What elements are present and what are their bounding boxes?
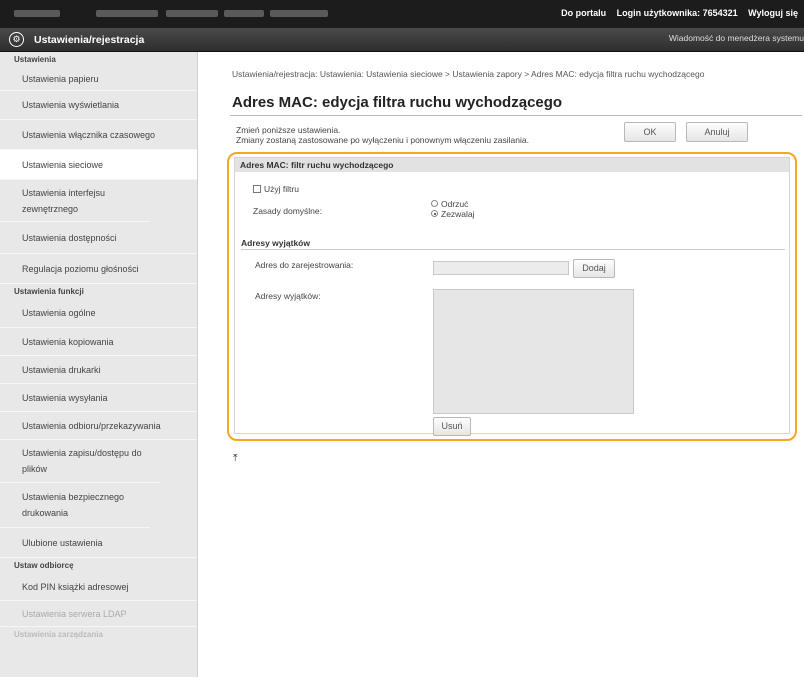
breadcrumb: Ustawienia/rejestracja: Ustawienia: Usta… [232, 69, 705, 79]
top-bar: Do portalu Login użytkownika: 7654321 Wy… [0, 0, 804, 28]
redacted-text [224, 10, 264, 17]
panel-title: Adres MAC: filtr ruchu wychodzącego [235, 158, 789, 172]
instructions: Zmień poniższe ustawienia. Zmiany zostan… [236, 125, 529, 145]
portal-link[interactable]: Do portalu [561, 8, 606, 18]
sidebar-item-printer[interactable]: Ustawienia drukarki [0, 356, 197, 384]
sidebar-item-send[interactable]: Ustawienia wysyłania [0, 384, 197, 412]
gear-icon: ⚙ [9, 32, 24, 47]
sidebar-item-external-interface[interactable]: Ustawienia interfejsu zewnętrznego [0, 180, 150, 222]
policy-allow-radio[interactable] [431, 210, 438, 217]
sidebar-item-receive-forward[interactable]: Ustawienia odbioru/przekazywania [0, 412, 197, 440]
sidebar-section-functions: Ustawienia funkcji [14, 287, 84, 296]
scroll-to-top-icon[interactable]: ⤒ [233, 453, 237, 464]
instruction-line: Zmiany zostaną zastosowane po wyłączeniu… [236, 135, 529, 145]
message-to-manager-link[interactable]: Wiadomość do menedżera systemu [669, 33, 804, 43]
redacted-text [14, 10, 60, 17]
sidebar: Ustawienia Ustawienia papieru Ustawienia… [0, 52, 198, 677]
exception-addresses-list[interactable] [433, 289, 634, 414]
logout-link[interactable]: Wyloguj się [748, 8, 798, 18]
add-button[interactable]: Dodaj [573, 259, 615, 278]
policy-reject-label: Odrzuć [441, 199, 469, 209]
redacted-text [96, 10, 158, 17]
policy-allow-label: Zezwalaj [441, 209, 475, 219]
register-address-input[interactable] [433, 261, 569, 275]
register-address-label: Adres do zarejestrowania: [255, 260, 354, 270]
exceptions-divider [241, 249, 785, 250]
user-login-label: Login użytkownika: 7654321 [616, 8, 738, 18]
sidebar-item-paper[interactable]: Ustawienia papieru [0, 67, 197, 91]
sidebar-item-accessibility[interactable]: Ustawienia dostępności [0, 222, 197, 254]
title-divider [230, 115, 802, 116]
redacted-text [270, 10, 328, 17]
sidebar-item-timer[interactable]: Ustawienia włącznika czasowego [0, 120, 197, 150]
top-links: Do portalu Login użytkownika: 7654321 Wy… [553, 8, 798, 18]
exception-addresses-label: Adresy wyjątków: [255, 291, 321, 301]
main-content: Ustawienia/rejestracja: Ustawienia: Usta… [198, 52, 804, 677]
sidebar-item-general[interactable]: Ustawienia ogólne [0, 299, 197, 328]
sidebar-item-store-access-files[interactable]: Ustawienia zapisu/dostępu do plików [0, 440, 160, 483]
default-policy-label: Zasady domyślne: [253, 206, 322, 216]
sidebar-section-settings: Ustawienia [14, 55, 56, 64]
use-filter-label: Użyj filtru [264, 184, 299, 194]
app-title: Ustawienia/rejestracja [34, 34, 145, 46]
sidebar-item-ldap-server[interactable]: Ustawienia serwera LDAP [0, 601, 197, 627]
title-bar: ⚙ Ustawienia/rejestracja Wiadomość do me… [0, 28, 804, 52]
sidebar-item-address-book-pin[interactable]: Kod PIN książki adresowej [0, 573, 197, 601]
sidebar-item-network[interactable]: Ustawienia sieciowe [0, 150, 197, 180]
sidebar-item-copy[interactable]: Ustawienia kopiowania [0, 328, 197, 356]
sidebar-item-display[interactable]: Ustawienia wyświetlania [0, 91, 197, 120]
ok-button[interactable]: OK [624, 122, 676, 142]
use-filter-checkbox[interactable] [253, 185, 261, 193]
instruction-line: Zmień poniższe ustawienia. [236, 125, 341, 135]
cancel-button[interactable]: Anuluj [686, 122, 748, 142]
exceptions-heading: Adresy wyjątków [241, 238, 310, 248]
sidebar-section-management: Ustawienia zarządzania [14, 630, 103, 639]
redacted-text [166, 10, 218, 17]
policy-reject-radio[interactable] [431, 200, 438, 207]
sidebar-item-volume[interactable]: Regulacja poziomu głośności [0, 254, 197, 284]
sidebar-section-destination: Ustaw odbiorcę [14, 561, 74, 570]
sidebar-item-favorites[interactable]: Ulubione ustawienia [0, 528, 197, 558]
mac-filter-panel: Adres MAC: filtr ruchu wychodzącego Użyj… [234, 157, 790, 436]
sidebar-item-secure-print[interactable]: Ustawienia bezpiecznego drukowania [0, 483, 150, 528]
delete-button[interactable]: Usuń [433, 417, 471, 436]
page-title: Adres MAC: edycja filtra ruchu wychodząc… [232, 94, 563, 111]
